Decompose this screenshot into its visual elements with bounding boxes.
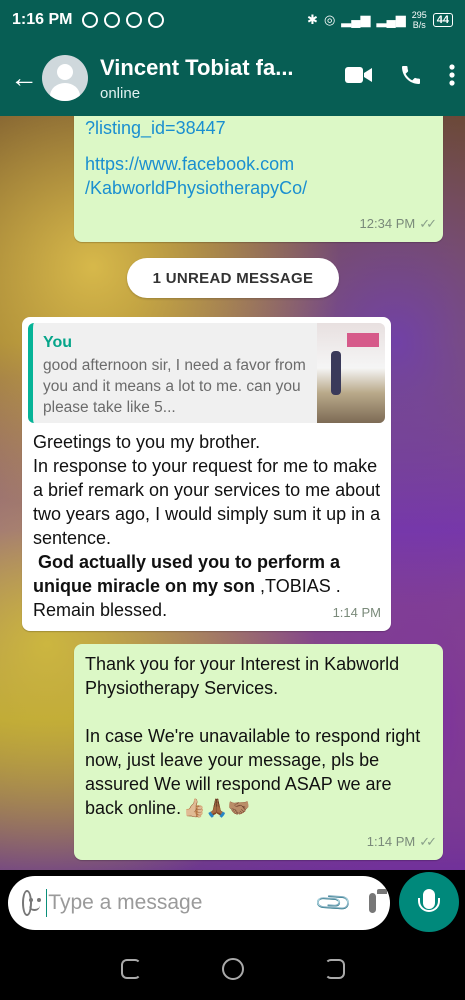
signal-icon: ▂▄▆: [376, 12, 406, 27]
notification-icon: [104, 12, 121, 28]
read-ticks-icon: ✓✓: [419, 834, 437, 849]
back-arrow-icon[interactable]: ←: [10, 62, 38, 94]
net-speed-unit: B/s: [412, 20, 426, 30]
message-link[interactable]: https://www.facebook.com /KabworldPhysio…: [85, 152, 433, 200]
net-speed-value: 295: [411, 10, 427, 20]
outgoing-message[interactable]: ?listing_id=38447 https://www.facebook.c…: [74, 116, 443, 242]
contact-status: online: [100, 84, 141, 102]
net-speed: 295 B/s: [412, 10, 427, 30]
status-bar: 1:16 PM ✱ ◎ ▂▄▆ ▂▄▆ 295 B/s 44: [0, 0, 465, 40]
notification-icon: [148, 12, 165, 28]
more-options-icon[interactable]: [449, 64, 455, 92]
read-ticks-icon: ✓✓: [419, 216, 437, 231]
header-actions: [345, 63, 455, 93]
camera-icon[interactable]: [369, 889, 388, 913]
hotspot-icon: ◎: [323, 12, 336, 27]
attach-icon[interactable]: 📎: [313, 882, 355, 924]
outgoing-message[interactable]: Thank you for your Interest in Kabworld …: [74, 644, 443, 860]
contact-name: Vincent Tobiat fa...: [100, 54, 294, 80]
incoming-message[interactable]: You good afternoon sir, I need a favor f…: [22, 317, 391, 631]
contact-info[interactable]: Vincent Tobiat fa... online: [100, 55, 345, 102]
bluetooth-icon: ✱: [307, 12, 318, 27]
quote-author: You: [43, 334, 73, 351]
message-timestamp: 1:14 PM: [366, 834, 416, 849]
message-timestamp: 1:14 PM: [332, 605, 381, 620]
text-cursor: [45, 889, 47, 917]
chat-area[interactable]: ?listing_id=38447 https://www.facebook.c…: [0, 116, 465, 870]
quote-thumbnail: [317, 323, 385, 423]
notification-icon: [82, 12, 99, 28]
system-nav-bar: [0, 938, 465, 1000]
message-time: 1:14 PM: [333, 601, 381, 625]
back-icon[interactable]: [324, 959, 345, 979]
signal-icon: ▂▄▆: [341, 12, 371, 27]
message-time: 1:14 PM ✓✓: [366, 830, 437, 854]
message-composer: 📎: [8, 876, 390, 930]
message-timestamp: 12:34 PM: [359, 216, 416, 231]
home-icon[interactable]: [221, 958, 244, 980]
shield-icon: [126, 12, 143, 28]
message-time: 12:34 PM ✓✓: [359, 212, 437, 236]
status-right: ✱ ◎ ▂▄▆ ▂▄▆ 295 B/s 44: [307, 10, 453, 30]
message-link[interactable]: ?listing_id=38447: [85, 116, 433, 140]
message-body: Greetings to you my brother. In response…: [33, 430, 383, 622]
avatar[interactable]: [42, 55, 88, 101]
status-time: 1:16 PM: [12, 11, 73, 28]
microphone-icon: [418, 889, 440, 912]
voice-call-icon[interactable]: [399, 63, 423, 93]
message-input[interactable]: [48, 891, 320, 915]
emoji-icon[interactable]: [22, 890, 40, 916]
battery-icon: 44: [432, 13, 453, 27]
recent-apps-icon[interactable]: [120, 959, 141, 979]
message-text: Greetings to you my brother. In response…: [33, 432, 381, 548]
emoji-reactions: 👍🏼🙏🏾🤝🏽: [183, 798, 251, 818]
quoted-message[interactable]: You good afternoon sir, I need a favor f…: [28, 323, 385, 423]
message-text: Thank you for your Interest in Kabworld …: [85, 654, 421, 818]
chat-header: ← Vincent Tobiat fa... online: [0, 40, 465, 116]
video-call-icon[interactable]: [345, 65, 373, 91]
quote-text: good afternoon sir, I need a favor from …: [43, 357, 306, 416]
microphone-button[interactable]: [399, 872, 459, 932]
unread-messages-badge: 1 UNREAD MESSAGE: [127, 258, 339, 298]
notification-icons: [82, 12, 165, 28]
